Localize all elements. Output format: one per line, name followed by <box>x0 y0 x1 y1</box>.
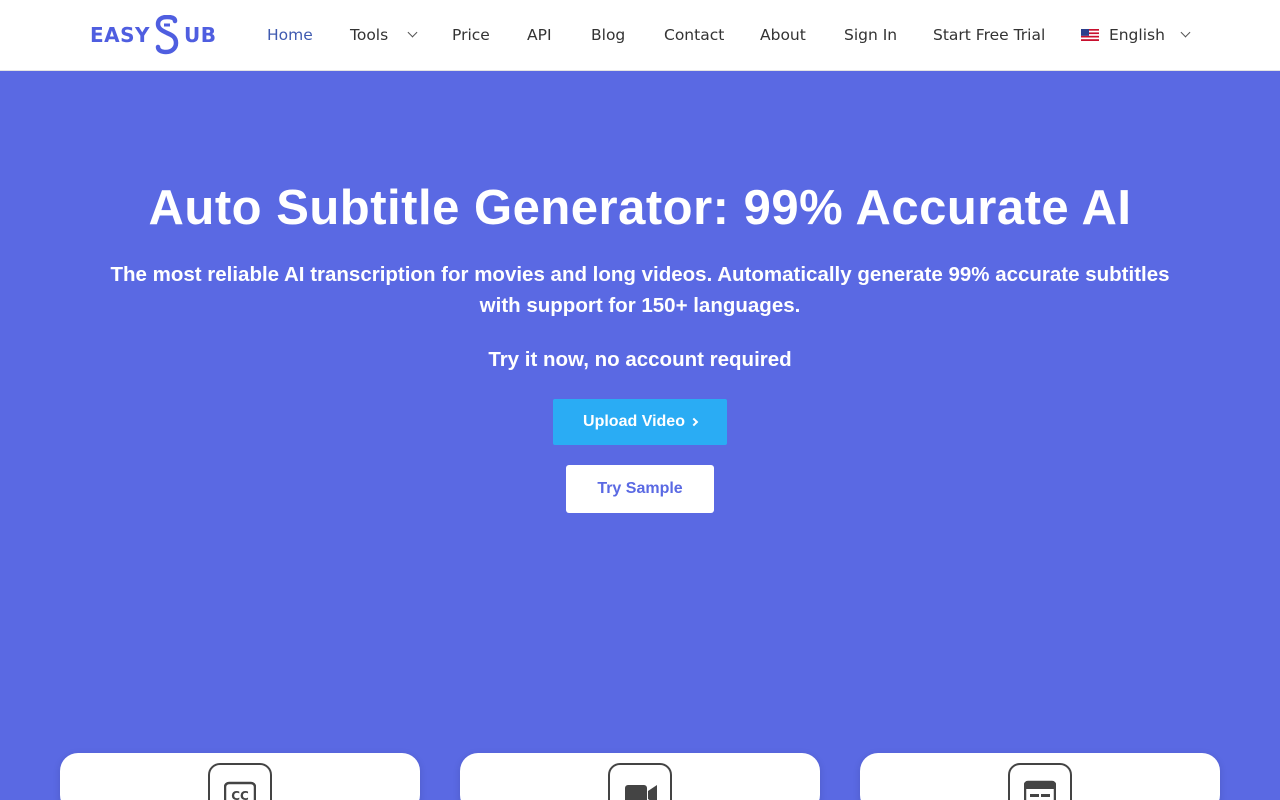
hero-subtitle-line-1: The most reliable AI transcription for m… <box>110 263 1170 286</box>
feature-card-editor[interactable] <box>860 753 1220 800</box>
closed-captions-icon: CC <box>208 763 272 800</box>
nav-tools-link[interactable]: Tools <box>350 24 418 46</box>
feature-card-subtitles[interactable]: CC <box>60 753 420 800</box>
nav-home-link[interactable]: Home <box>267 24 313 46</box>
try-sample-button[interactable]: Try Sample <box>566 465 714 513</box>
nav-tools-label: Tools <box>350 26 389 44</box>
chevron-right-icon <box>689 417 699 427</box>
logo-text-ub: UB <box>184 23 217 47</box>
logo-s-icon <box>155 15 179 55</box>
subtitle-editor-icon <box>1008 763 1072 800</box>
upload-video-button[interactable]: Upload Video <box>553 399 727 445</box>
svg-text:CC: CC <box>231 789 249 800</box>
hero-title: Auto Subtitle Generator: 99% Accurate AI <box>148 181 1132 235</box>
chevron-down-icon <box>407 27 418 38</box>
nav-contact-link[interactable]: Contact <box>664 24 724 46</box>
nav-price-link[interactable]: Price <box>452 24 490 46</box>
nav-about-link[interactable]: About <box>760 24 806 46</box>
language-selector[interactable]: English <box>1081 24 1191 46</box>
chevron-down-icon <box>1180 27 1191 38</box>
nav-start-free-trial-link[interactable]: Start Free Trial <box>933 24 1045 46</box>
top-navbar: EASY UB Home Tools Price API Blog Contac… <box>0 0 1280 71</box>
easysub-logo[interactable]: EASY UB <box>90 15 217 55</box>
feature-card-video[interactable] <box>460 753 820 800</box>
try-now-text: Try it now, no account required <box>488 348 792 371</box>
logo-text-easy: EASY <box>90 23 151 47</box>
us-flag-icon <box>1081 29 1099 41</box>
language-label: English <box>1108 26 1165 44</box>
hero-subtitle-line-2: with support for 150+ languages. <box>479 294 801 317</box>
nav-sign-in-link[interactable]: Sign In <box>844 24 897 46</box>
video-camera-icon <box>608 763 672 800</box>
nav-blog-link[interactable]: Blog <box>591 24 625 46</box>
upload-video-label: Upload Video <box>583 413 685 430</box>
hero-subtitle: The most reliable AI transcription for m… <box>40 259 1240 321</box>
nav-api-link[interactable]: API <box>527 24 552 46</box>
